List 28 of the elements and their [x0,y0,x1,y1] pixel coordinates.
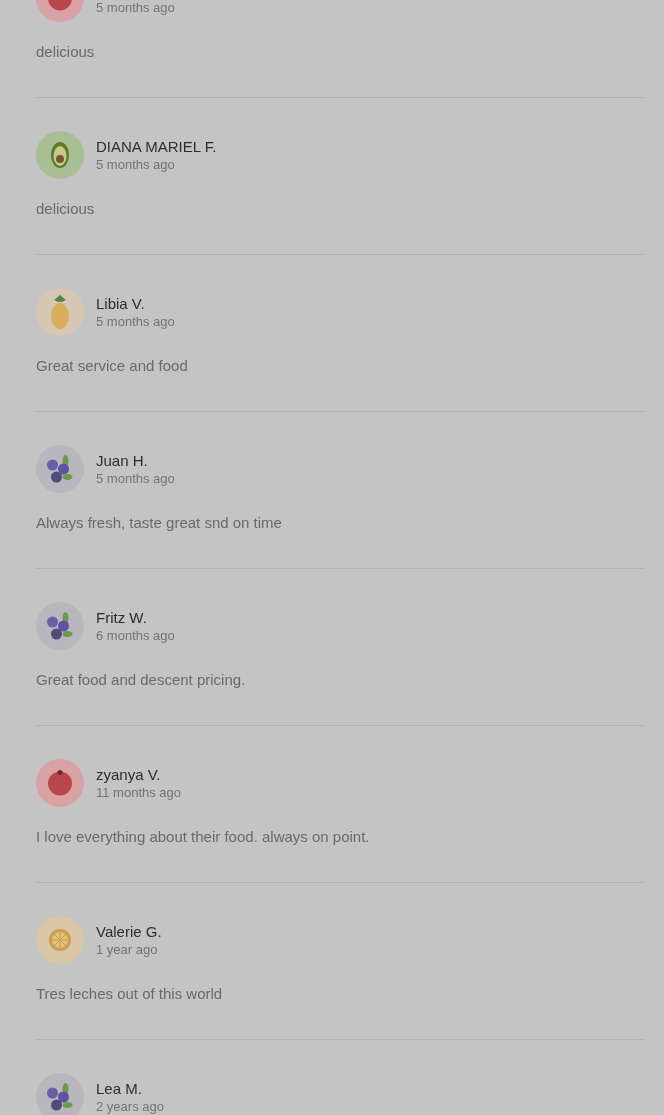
berries-icon [47,455,73,483]
review-time: 6 months ago [96,628,175,644]
review-text: Great food and descent pricing. [36,670,247,690]
review-time: 5 months ago [96,314,175,330]
review-time: 5 months ago [96,0,175,16]
review-text: Great service and food [36,356,189,376]
citrus-slice-icon [49,929,71,951]
review-time: 5 months ago [96,471,175,487]
berries-icon [47,1083,73,1111]
review-text: Tres leches out of this world [36,984,224,1004]
berries-icon [47,612,73,640]
avocado-icon [51,142,69,168]
review-time: 5 months ago [96,157,176,173]
reviewer-name: Valerie G. [96,922,162,942]
reviewer-name: Lea M. [96,1079,143,1099]
pineapple-icon [51,295,69,329]
review-time: 1 year ago [96,942,159,958]
review-text: Always fresh, taste great snd on time [36,513,283,533]
reviewer-name: DIANA MARIEL F. [96,137,217,157]
review-text: I love everything about their food. always on point. [36,827,371,847]
reviewer-name: Juan H. [96,451,149,471]
review-time: 2 years ago [96,1099,164,1115]
review-text: delicious [36,42,96,62]
review-text: delicious [36,199,96,219]
reviewer-name: zyanya V. [96,765,162,785]
reviewer-name: Libia V. [96,294,146,314]
review-time: 11 months ago [96,785,182,801]
reviewer-name: Fritz W. [96,608,148,628]
